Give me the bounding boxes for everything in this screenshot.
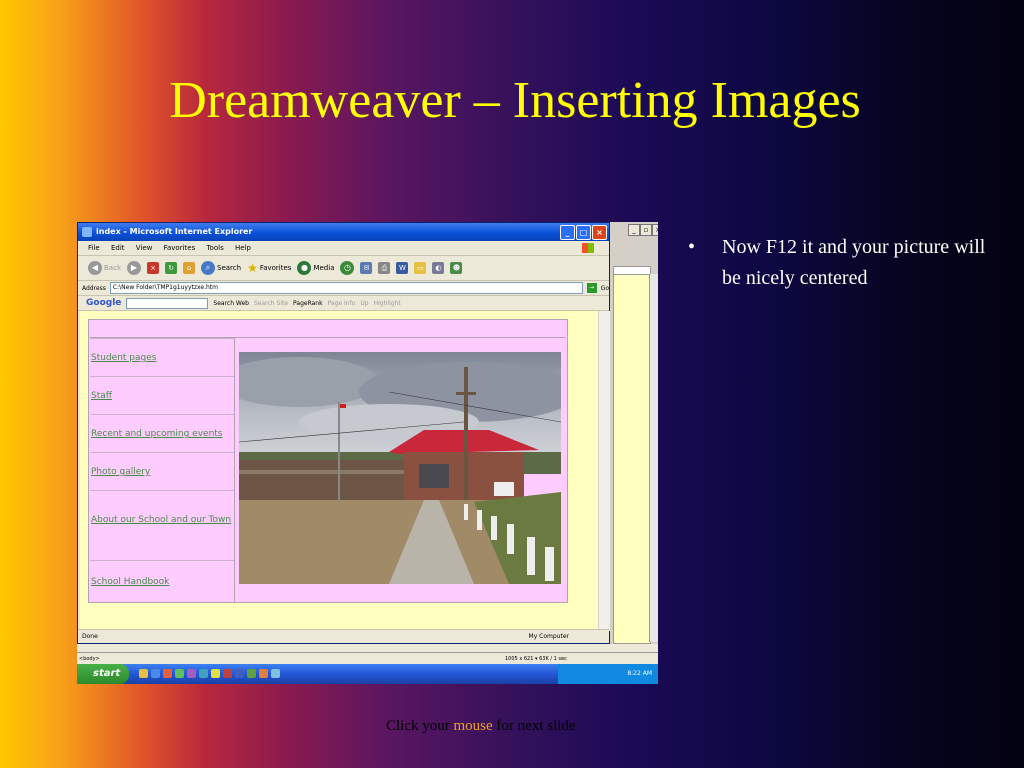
ie-window: index - Microsoft Internet Explorer _ □ … <box>77 222 610 644</box>
nav-link-student-pages[interactable]: Student pages <box>91 353 233 363</box>
nav-row: Staff <box>90 376 234 414</box>
quick-launch-bar <box>139 669 280 679</box>
search-web-button[interactable]: Search Web <box>213 300 249 307</box>
dw-design-view[interactable] <box>613 274 651 644</box>
favorites-button[interactable]: ★ Favorites <box>247 261 291 275</box>
screenshot: _ ▫ × index - Microsoft Internet Explore… <box>77 222 658 684</box>
quick-launch-icon[interactable] <box>247 669 256 678</box>
nav-link-handbook[interactable]: School Handbook <box>91 577 233 587</box>
refresh-button[interactable]: ↻ <box>165 262 177 274</box>
quick-launch-icon[interactable] <box>151 669 160 678</box>
bullet-item: Now F12 it and your picture will be nice… <box>688 232 988 294</box>
dw-restore-button[interactable]: ▫ <box>640 224 652 236</box>
slide-title: Dreamweaver – Inserting Images <box>169 72 861 129</box>
menu-help[interactable]: Help <box>235 244 251 252</box>
taskbar: start 8:22 AM <box>77 664 658 684</box>
layout-table: Student pages Staff Recent and upcoming … <box>88 319 568 603</box>
quick-launch-icon[interactable] <box>223 669 232 678</box>
nav-row: Photo gallery <box>90 452 234 490</box>
pagerank-indicator[interactable]: PageRank <box>293 300 323 307</box>
nav-link-photo-gallery[interactable]: Photo gallery <box>91 467 233 477</box>
google-logo[interactable]: Google <box>86 298 121 308</box>
back-button[interactable]: ◀ Back <box>88 261 121 275</box>
windows-logo-icon <box>582 243 594 253</box>
nav-link-staff[interactable]: Staff <box>91 391 233 401</box>
back-arrow-icon: ◀ <box>88 261 102 275</box>
school-photo <box>239 352 561 584</box>
page-info-button[interactable]: Page Info <box>328 300 356 307</box>
nav-row: About our School and our Town <box>90 490 234 560</box>
print-button[interactable]: ⎙ <box>378 262 391 274</box>
ie-app-icon <box>82 227 92 237</box>
dw-close-button[interactable]: × <box>652 224 658 236</box>
quick-launch-icon[interactable] <box>187 669 196 678</box>
quick-launch-icon[interactable] <box>175 669 184 678</box>
folder-button[interactable]: ▭ <box>414 262 427 274</box>
nav-row: Recent and upcoming events <box>90 414 234 452</box>
quick-launch-icon[interactable] <box>163 669 172 678</box>
nav-column: Student pages Staff Recent and upcoming … <box>90 338 234 602</box>
column-divider <box>234 338 235 602</box>
edit-button[interactable]: W <box>396 262 409 274</box>
system-tray: 8:22 AM <box>558 664 658 684</box>
stop-button[interactable]: × <box>147 262 159 274</box>
minimize-button[interactable]: _ <box>560 225 575 240</box>
security-zone: My Computer <box>528 633 569 640</box>
discuss-button[interactable]: ◐ <box>432 262 445 274</box>
close-button[interactable]: × <box>592 225 607 240</box>
menu-favorites[interactable]: Favorites <box>164 244 196 252</box>
menu-view[interactable]: View <box>136 244 153 252</box>
quick-launch-icon[interactable] <box>139 669 148 678</box>
nav-link-about[interactable]: About our School and our Town <box>91 515 233 525</box>
status-text: Done <box>82 633 98 640</box>
clock[interactable]: 8:22 AM <box>627 670 652 677</box>
search-icon: ⌕ <box>201 261 215 275</box>
search-site-button[interactable]: Search Site <box>254 300 288 307</box>
ie-titlebar[interactable]: index - Microsoft Internet Explorer _ □ … <box>78 223 609 241</box>
quick-launch-icon[interactable] <box>271 669 280 678</box>
dw-minimize-button[interactable]: _ <box>628 224 640 236</box>
menu-tools[interactable]: Tools <box>206 244 223 252</box>
mouse-word: mouse <box>453 718 493 734</box>
star-icon: ★ <box>247 261 258 275</box>
maximize-button[interactable]: □ <box>576 225 591 240</box>
nav-link-events[interactable]: Recent and upcoming events <box>91 429 233 439</box>
up-button[interactable]: Up <box>360 300 368 307</box>
menubar: File Edit View Favorites Tools Help <box>78 241 609 256</box>
search-button[interactable]: ⌕ Search <box>201 261 241 275</box>
bullet-list: Now F12 it and your picture will be nice… <box>688 232 988 294</box>
nav-row: School Handbook <box>90 560 234 602</box>
history-button[interactable]: ◷ <box>340 261 355 275</box>
ie-statusbar: Done My Computer <box>78 629 609 643</box>
page-viewport: Student pages Staff Recent and upcoming … <box>80 311 598 631</box>
ie-toolbar: ◀ Back ▶ × ↻ ⌂ ⌕ Search ★ Favorites ● Me… <box>78 256 609 281</box>
google-toolbar: Google Search Web Search Site PageRank P… <box>78 296 609 311</box>
mail-button[interactable]: ✉ <box>360 262 373 274</box>
quick-launch-icon[interactable] <box>235 669 244 678</box>
messenger-button[interactable]: ☻ <box>450 262 463 274</box>
menu-file[interactable]: File <box>88 244 100 252</box>
nav-row: Student pages <box>90 338 234 376</box>
quick-launch-icon[interactable] <box>259 669 268 678</box>
highlight-button[interactable]: Highlight <box>374 300 401 307</box>
slide-footer: Click your mouse for next slide <box>386 718 576 734</box>
menu-edit[interactable]: Edit <box>111 244 125 252</box>
quick-launch-icon[interactable] <box>211 669 220 678</box>
media-button[interactable]: ● Media <box>297 261 334 275</box>
go-button[interactable]: Go <box>601 285 609 292</box>
ie-window-title: index - Microsoft Internet Explorer <box>96 227 253 236</box>
quick-launch-icon[interactable] <box>199 669 208 678</box>
dw-scrollbar[interactable] <box>649 274 658 642</box>
google-search-input[interactable] <box>126 297 209 309</box>
page-scrollbar[interactable] <box>598 311 610 631</box>
address-label: Address <box>82 284 106 292</box>
media-icon: ● <box>297 261 312 275</box>
address-input[interactable]: C:\New Folder\TMP1g1uyytzxe.htm <box>109 282 583 294</box>
go-arrow-icon[interactable]: → <box>586 283 597 293</box>
address-bar: Address C:\New Folder\TMP1g1uyytzxe.htm … <box>78 281 609 296</box>
start-button[interactable]: start <box>77 664 129 684</box>
forward-button[interactable]: ▶ <box>127 261 141 275</box>
home-button[interactable]: ⌂ <box>183 262 195 274</box>
